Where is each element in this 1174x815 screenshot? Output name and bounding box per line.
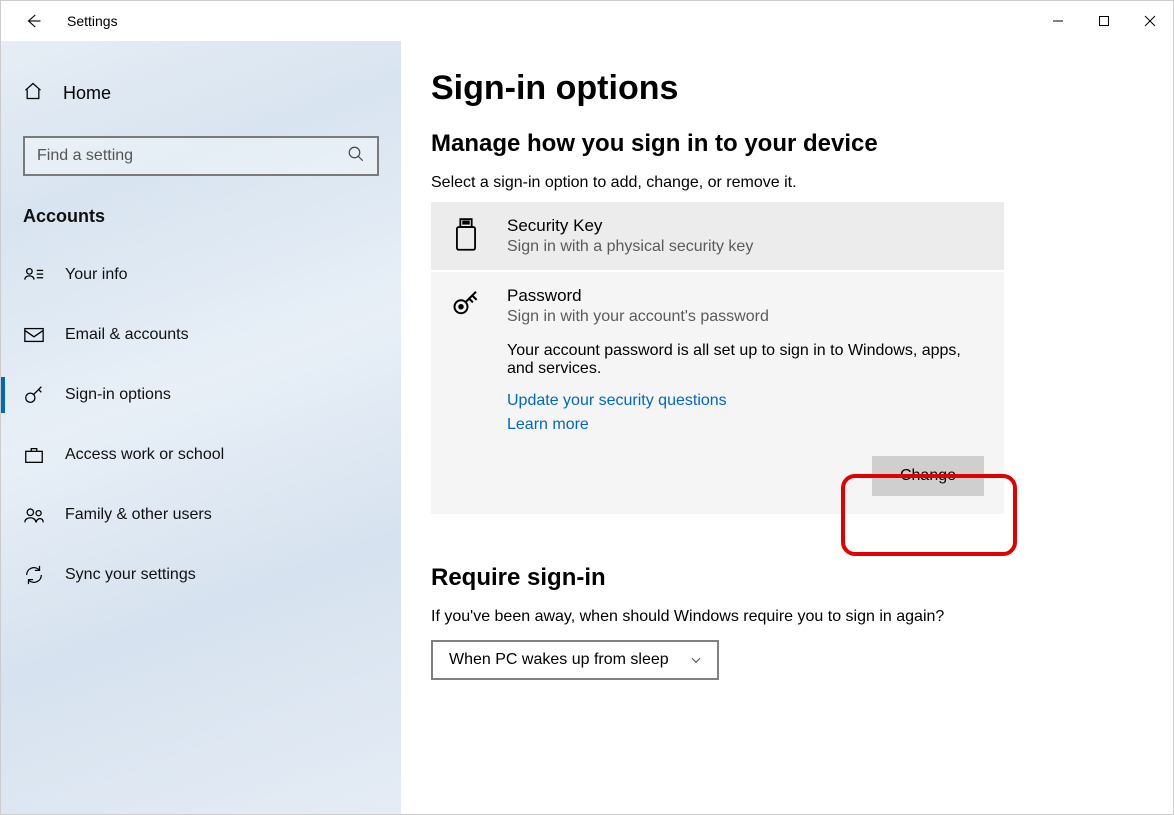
usb-key-icon xyxy=(449,216,483,252)
search-input[interactable] xyxy=(37,147,347,165)
search-icon xyxy=(347,145,365,168)
people-icon xyxy=(23,504,45,526)
signin-option-security-key[interactable]: Security Key Sign in with a physical sec… xyxy=(431,202,1004,270)
dropdown-selected: When PC wakes up from sleep xyxy=(449,651,669,669)
window-title: Settings xyxy=(67,13,118,29)
change-password-button[interactable]: Change xyxy=(872,456,984,496)
sidebar-item-label: Access work or school xyxy=(65,446,224,464)
sidebar-item-your-info[interactable]: Your info xyxy=(1,245,401,305)
close-button[interactable] xyxy=(1127,1,1173,41)
key-icon xyxy=(449,286,483,318)
section-desc-manage: Select a sign-in option to add, change, … xyxy=(431,174,1173,192)
option-subtitle: Sign in with a physical security key xyxy=(507,238,753,256)
sidebar-home-label: Home xyxy=(63,83,111,104)
section-title-manage: Manage how you sign in to your device xyxy=(431,130,1173,158)
minimize-button[interactable] xyxy=(1035,1,1081,41)
maximize-button[interactable] xyxy=(1081,1,1127,41)
home-icon xyxy=(23,81,43,106)
signin-option-password[interactable]: Password Sign in with your account's pas… xyxy=(431,270,1004,514)
sidebar-heading: Accounts xyxy=(1,196,401,245)
key-icon xyxy=(23,384,45,406)
sidebar-home[interactable]: Home xyxy=(1,69,401,118)
sidebar-item-access-work-school[interactable]: Access work or school xyxy=(1,425,401,485)
sidebar-item-label: Email & accounts xyxy=(65,326,189,344)
back-button[interactable] xyxy=(23,11,43,31)
require-signin-dropdown[interactable]: When PC wakes up from sleep xyxy=(431,640,719,680)
sidebar: Home Accounts Your info xyxy=(1,41,401,814)
sidebar-item-label: Family & other users xyxy=(65,506,212,524)
sidebar-item-label: Sign-in options xyxy=(65,386,171,404)
sidebar-item-signin-options[interactable]: Sign-in options xyxy=(1,365,401,425)
main-content: Sign-in options Manage how you sign in t… xyxy=(401,41,1173,814)
require-signin-question: If you've been away, when should Windows… xyxy=(431,608,1173,626)
sidebar-item-email-accounts[interactable]: Email & accounts xyxy=(1,305,401,365)
page-title: Sign-in options xyxy=(431,69,1173,108)
sidebar-item-family-other-users[interactable]: Family & other users xyxy=(1,485,401,545)
sidebar-item-label: Sync your settings xyxy=(65,566,196,584)
learn-more-link[interactable]: Learn more xyxy=(507,416,986,434)
option-title: Password xyxy=(507,286,769,306)
sync-icon xyxy=(23,564,45,586)
section-title-require: Require sign-in xyxy=(431,564,1173,592)
mail-icon xyxy=(23,324,45,346)
search-box[interactable] xyxy=(23,136,379,176)
sidebar-item-sync-settings[interactable]: Sync your settings xyxy=(1,545,401,605)
chevron-down-icon xyxy=(689,653,703,667)
password-detail: Your account password is all set up to s… xyxy=(507,342,967,378)
person-card-icon xyxy=(23,264,45,286)
sidebar-item-label: Your info xyxy=(65,266,128,284)
briefcase-icon xyxy=(23,444,45,466)
update-security-questions-link[interactable]: Update your security questions xyxy=(507,392,986,410)
option-subtitle: Sign in with your account's password xyxy=(507,308,769,326)
option-title: Security Key xyxy=(507,216,753,236)
titlebar: Settings xyxy=(1,1,1173,41)
